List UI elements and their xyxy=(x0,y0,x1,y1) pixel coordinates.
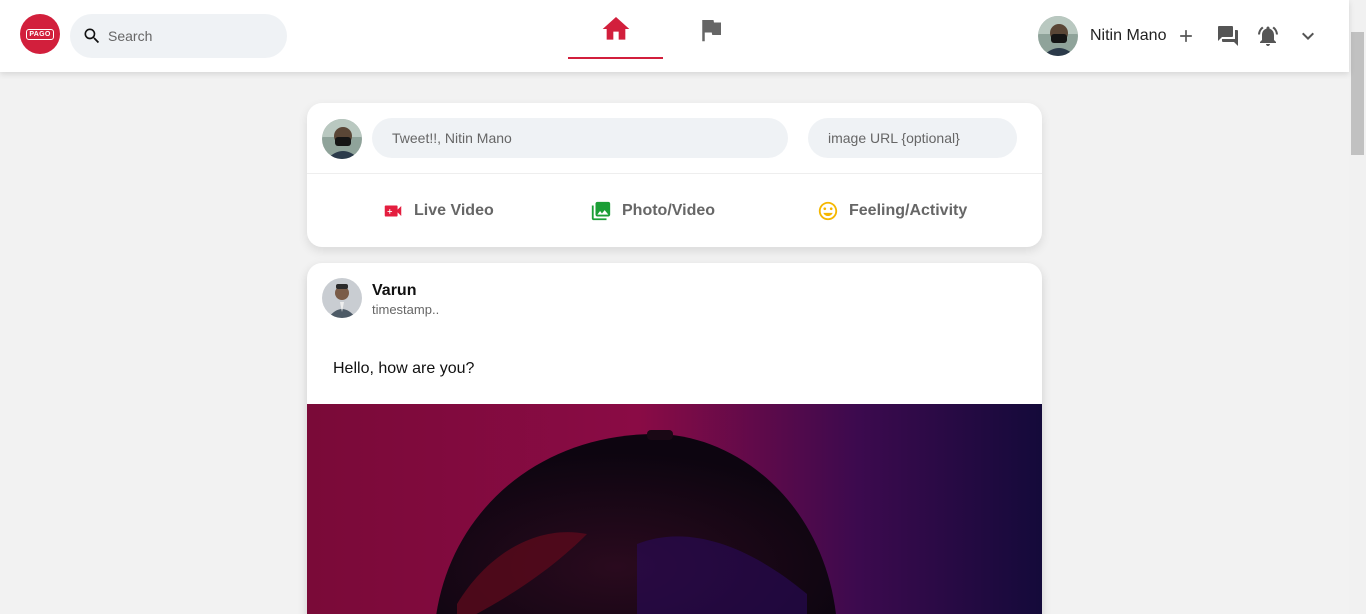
photo-video-button[interactable]: Photo/Video xyxy=(590,200,715,222)
live-video-button[interactable]: Live Video xyxy=(382,200,494,222)
videocam-icon xyxy=(384,205,402,217)
photo-video-label: Photo/Video xyxy=(622,202,716,219)
emoji-icon xyxy=(818,201,838,221)
app-logo[interactable]: PAGO xyxy=(20,14,60,54)
post-card: Varun timestamp.. Hello, how are you? xyxy=(307,263,1042,614)
top-header: PAGO Nitin Mano xyxy=(0,0,1349,72)
photo-library-icon xyxy=(591,201,611,221)
post-image[interactable] xyxy=(307,404,1042,614)
composer-input-row xyxy=(307,103,1042,174)
home-icon xyxy=(602,16,629,40)
scrollbar-thumb[interactable] xyxy=(1351,32,1364,155)
notifications-icon xyxy=(1258,26,1279,46)
search-bar[interactable] xyxy=(70,14,287,58)
image-url-input[interactable] xyxy=(808,118,1017,158)
post-timestamp: timestamp.. xyxy=(372,302,440,317)
search-input[interactable] xyxy=(108,28,268,44)
tweet-composer: Live Video Photo/Video Feeling/Activity xyxy=(307,103,1042,247)
feeling-activity-button[interactable]: Feeling/Activity xyxy=(817,200,967,222)
search-icon xyxy=(84,28,100,44)
notifications-button[interactable] xyxy=(1256,24,1280,48)
composer-avatar xyxy=(322,119,362,159)
feeling-activity-label: Feeling/Activity xyxy=(849,202,968,219)
live-video-label: Live Video xyxy=(414,202,494,219)
tweet-input[interactable] xyxy=(372,118,788,158)
page-scrollbar[interactable] xyxy=(1349,0,1366,614)
post-author-avatar-image xyxy=(322,278,362,318)
add-button[interactable] xyxy=(1176,26,1196,46)
flag-icon xyxy=(701,19,721,41)
nav-tab-flag[interactable] xyxy=(663,0,758,59)
post-author-name[interactable]: Varun xyxy=(372,282,416,300)
expand-more-icon xyxy=(1302,32,1315,40)
post-author-avatar[interactable] xyxy=(322,278,362,318)
messages-button[interactable] xyxy=(1216,24,1240,48)
composer-actions: Live Video Photo/Video Feeling/Activity xyxy=(307,175,1042,247)
user-name[interactable]: Nitin Mano xyxy=(1090,27,1166,45)
user-avatar-image xyxy=(1038,16,1078,56)
user-avatar[interactable] xyxy=(1038,16,1078,56)
composer-avatar-image xyxy=(322,119,362,159)
nav-tab-home[interactable] xyxy=(568,0,663,59)
post-text: Hello, how are you? xyxy=(333,360,475,377)
account-menu-button[interactable] xyxy=(1296,24,1320,48)
add-icon xyxy=(1180,30,1193,42)
header-user-area: Nitin Mano xyxy=(1038,16,1320,56)
forum-icon xyxy=(1218,26,1239,46)
logo-text: PAGO xyxy=(26,28,54,40)
